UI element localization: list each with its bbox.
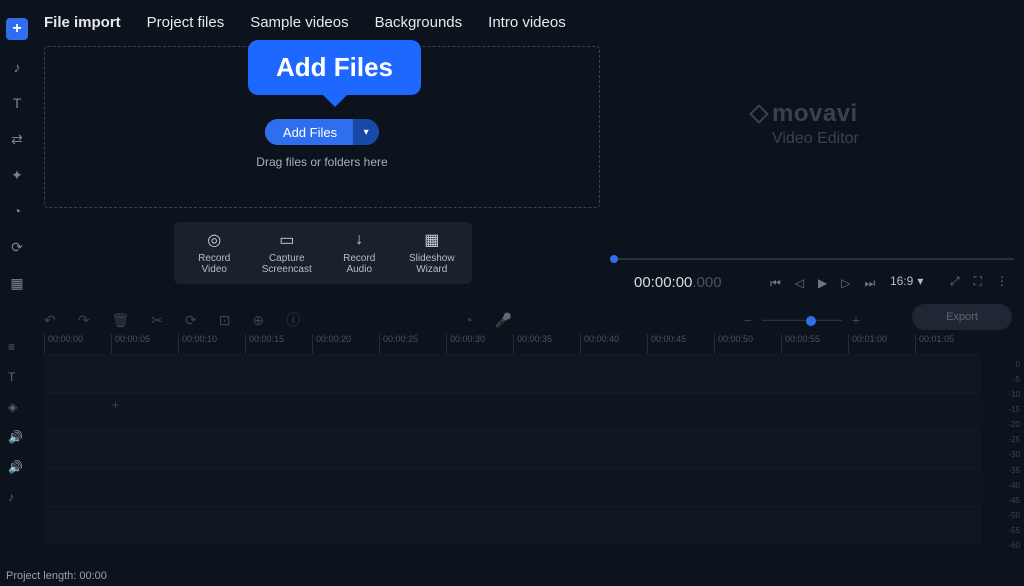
track-audio2-icon[interactable]: 🔊 [8,460,23,474]
export-button[interactable]: Export [912,304,1012,330]
audio-meter-scale: 0-5-10 -15-20-25 -30-35-40 -45-50-55 -60 [994,360,1020,550]
track-row[interactable] [44,468,982,506]
record-voice-button[interactable]: 🎤 [495,312,512,329]
add-files-label: Add Files [265,125,353,140]
frame-back-button[interactable]: ◁ [795,276,804,291]
record-video-button[interactable]: ◎ RecordVideo [179,231,249,275]
mic-icon: ↓ [355,231,363,249]
track-settings-icon[interactable]: ≡ [8,340,23,354]
timecode: 00:00:00.000 [634,274,722,291]
split-button[interactable]: ✂ [151,312,163,329]
marker-button[interactable]: ◔ [464,312,472,328]
slideshow-wizard-button[interactable]: ▦ SlideshowWizard [397,231,467,275]
playback-controls: ⏮ ◁ ▶ ▷ ⏭ [770,276,875,291]
more-tools-icon[interactable]: ⟳ [8,238,26,256]
clip-properties-button[interactable]: ⓘ [286,310,300,330]
more-icon[interactable]: ⋮ [996,274,1008,289]
frame-forward-button[interactable]: ▷ [841,276,850,291]
fullscreen-icon[interactable]: ⤢ [950,274,960,289]
zoom-out-button[interactable]: − [744,312,752,328]
stickers-icon[interactable]: ◔ [8,202,26,220]
brand-logo-icon [749,104,769,124]
color-adjust-button[interactable]: ⊕ [252,312,264,329]
timeline-zoom: − + [744,312,860,328]
track-music-icon[interactable]: ♪ [8,490,23,504]
skip-back-button[interactable]: ⏮ [770,276,781,291]
skip-forward-button[interactable]: ⏭ [865,276,876,291]
undo-button[interactable]: ↶ [44,312,56,329]
timeline-toolbar: ↶ ↷ 🗑 ✂ ⟳ ⊡ ⊕ ⓘ ◔ 🎤 − + [44,307,1012,333]
zoom-slider[interactable] [762,319,842,321]
status-bar: Project length: 00:00 [6,570,107,582]
track-audio1-icon[interactable]: 🔊 [8,430,23,444]
record-audio-button[interactable]: ↓ RecordAudio [324,231,394,275]
track-row[interactable] [44,354,982,392]
drag-hint: Drag files or folders here [256,155,387,169]
delete-button[interactable]: 🗑 [111,312,129,329]
track-row[interactable] [44,392,982,430]
screencast-icon: ▭ [279,231,294,249]
timeline-tracks[interactable] [44,354,982,554]
preview-playhead[interactable] [610,255,618,263]
capture-actions: ◎ RecordVideo ▭ CaptureScreencast ↓ Reco… [174,222,472,284]
brand-watermark: movavi Video Editor [752,100,859,148]
elements-icon[interactable]: ▦ [8,274,26,292]
track-row[interactable] [44,506,982,544]
tab-backgrounds[interactable]: Backgrounds [375,14,463,31]
redo-button[interactable]: ↷ [78,312,90,329]
add-files-tooltip: Add Files [248,40,421,95]
preview-controls: 00:00:00.000 ⏮ ◁ ▶ ▷ ⏭ 16:9▾ ⤢ ⛶ ⋮ [610,254,1014,296]
add-media-button[interactable]: + [6,18,28,40]
rotate-button[interactable]: ⟳ [185,312,197,329]
crop-button[interactable]: ⊡ [219,312,231,329]
track-head-icons: ≡ T ◈ 🔊 🔊 ♪ [8,340,23,504]
titles-icon[interactable]: T [8,94,26,112]
preview-progress[interactable] [610,258,1014,260]
tab-intro-videos[interactable]: Intro videos [488,14,566,31]
tooltip-label: Add Files [276,52,393,82]
track-row[interactable] [44,430,982,468]
tab-project-files[interactable]: Project files [147,14,225,31]
snapshot-icon[interactable]: ⛶ [974,274,982,289]
slideshow-icon: ▦ [424,231,439,249]
play-button[interactable]: ▶ [818,276,827,291]
zoom-thumb[interactable] [806,316,816,326]
capture-screencast-button[interactable]: ▭ CaptureScreencast [252,231,322,275]
tab-file-import[interactable]: File import [44,14,121,31]
track-titles-icon[interactable]: T [8,370,23,384]
track-overlay-icon[interactable]: ◈ [8,400,23,414]
add-files-dropdown[interactable]: ▾ [353,119,379,145]
zoom-in-button[interactable]: + [852,312,860,328]
effects-icon[interactable]: ✦ [8,166,26,184]
audio-icon[interactable]: ♪ [8,58,26,76]
add-track-icon[interactable]: + [112,398,119,412]
aspect-ratio-selector[interactable]: 16:9▾ [890,274,923,288]
timeline-ruler[interactable]: 00:00:00 00:00:05 00:00:10 00:00:15 00:0… [44,334,982,354]
import-tabs: File import Project files Sample videos … [44,14,566,31]
chevron-down-icon: ▾ [917,274,923,288]
record-video-icon: ◎ [207,231,221,249]
transitions-icon[interactable]: ⇄ [8,130,26,148]
add-files-button[interactable]: Add Files ▾ [265,119,379,145]
tab-sample-videos[interactable]: Sample videos [250,14,348,31]
